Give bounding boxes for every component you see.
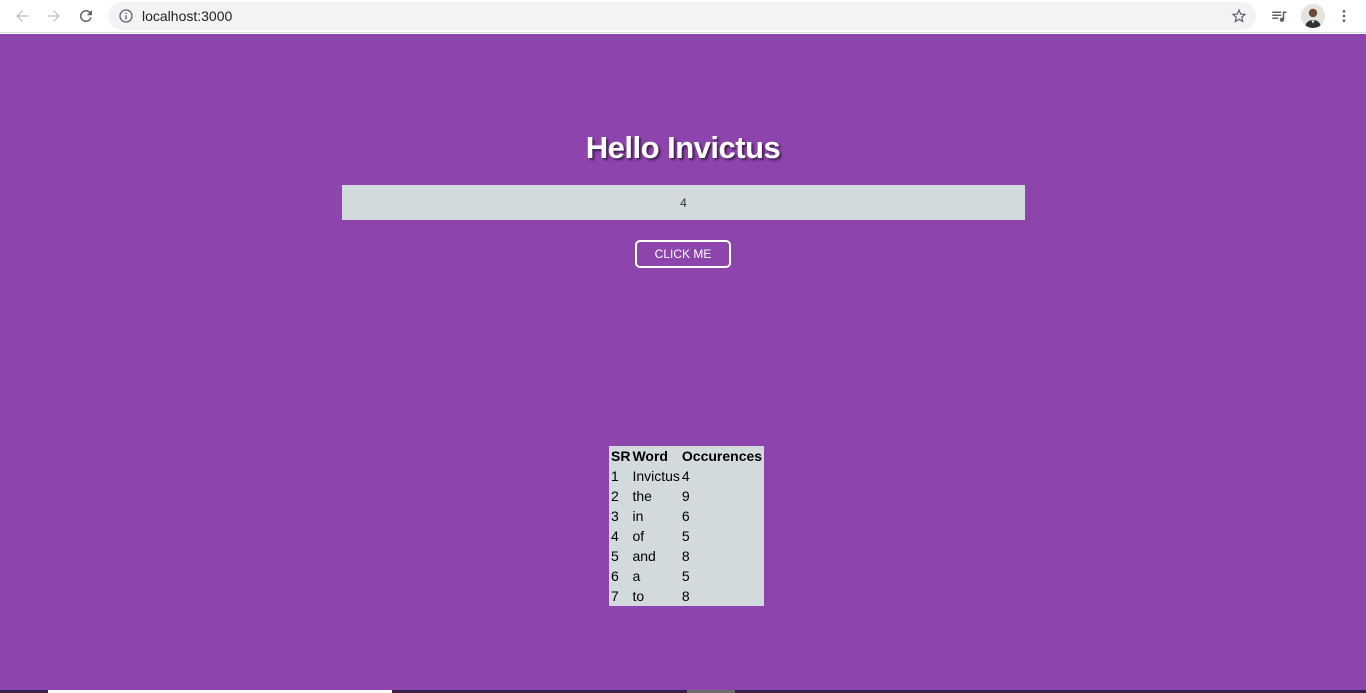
table-row: 2 the 9 (611, 486, 762, 506)
cell-occurences: 4 (681, 468, 690, 484)
page-title: Hello Invictus (585, 130, 781, 165)
cell-occurences: 8 (681, 548, 690, 564)
cell-sr: 2 (611, 488, 619, 504)
browser-toolbar: localhost:3000 (0, 0, 1366, 33)
table-row: 6 a 5 (611, 566, 762, 586)
browser-menu-button[interactable] (1336, 4, 1352, 28)
click-me-button[interactable]: CLICK ME (635, 240, 731, 268)
media-queue-icon (1272, 11, 1287, 23)
forward-button[interactable] (41, 4, 67, 28)
table-row: 5 and 8 (611, 546, 762, 566)
back-button[interactable] (9, 4, 35, 28)
count-input[interactable] (342, 185, 1025, 220)
cell-occurences: 5 (681, 528, 690, 544)
arrow-right-icon (48, 10, 60, 22)
address-bar[interactable]: localhost:3000 (108, 2, 1256, 30)
cell-occurences: 5 (681, 568, 690, 584)
cell-word: the (632, 488, 652, 504)
cell-sr: 6 (611, 568, 619, 584)
cell-word: Invictus (632, 468, 680, 484)
cell-sr: 1 (611, 468, 619, 484)
table-row: 7 to 8 (611, 586, 762, 606)
media-queue-button[interactable] (1268, 4, 1290, 28)
cell-sr: 4 (611, 528, 619, 544)
header-word: Word (632, 448, 668, 464)
header-occurences: Occurences (681, 448, 763, 464)
profile-avatar[interactable] (1301, 4, 1325, 28)
kebab-menu-icon (1342, 10, 1346, 22)
cell-word: a (632, 568, 641, 584)
cell-occurences: 9 (681, 488, 690, 504)
table-row: 4 of 5 (611, 526, 762, 546)
star-icon[interactable] (1230, 7, 1248, 25)
table-row: 1 Invictus 4 (611, 466, 762, 486)
cell-word: to (632, 588, 645, 604)
cell-occurences: 8 (681, 588, 690, 604)
url-text[interactable]: localhost:3000 (142, 8, 232, 24)
cell-word: and (632, 548, 656, 564)
header-sr: SR (611, 448, 631, 464)
cell-word: in (632, 508, 644, 524)
arrow-left-icon (16, 10, 28, 22)
cell-word: of (632, 528, 645, 544)
app-page: Hello Invictus CLICK ME SR Word Occurenc… (0, 34, 1366, 693)
reload-button[interactable] (73, 4, 99, 28)
cell-sr: 7 (611, 588, 619, 604)
cell-occurences: 6 (681, 508, 690, 524)
avatar-icon (1301, 4, 1325, 28)
table-header-row: SR Word Occurences (611, 446, 762, 466)
word-occurrence-table: SR Word Occurences 1 Invictus 4 2 the 9 … (609, 446, 765, 606)
table-row: 3 in 6 (611, 506, 762, 526)
reload-icon (80, 9, 92, 22)
cell-sr: 5 (611, 548, 619, 564)
info-icon[interactable] (118, 8, 134, 24)
cell-sr: 3 (611, 508, 619, 524)
